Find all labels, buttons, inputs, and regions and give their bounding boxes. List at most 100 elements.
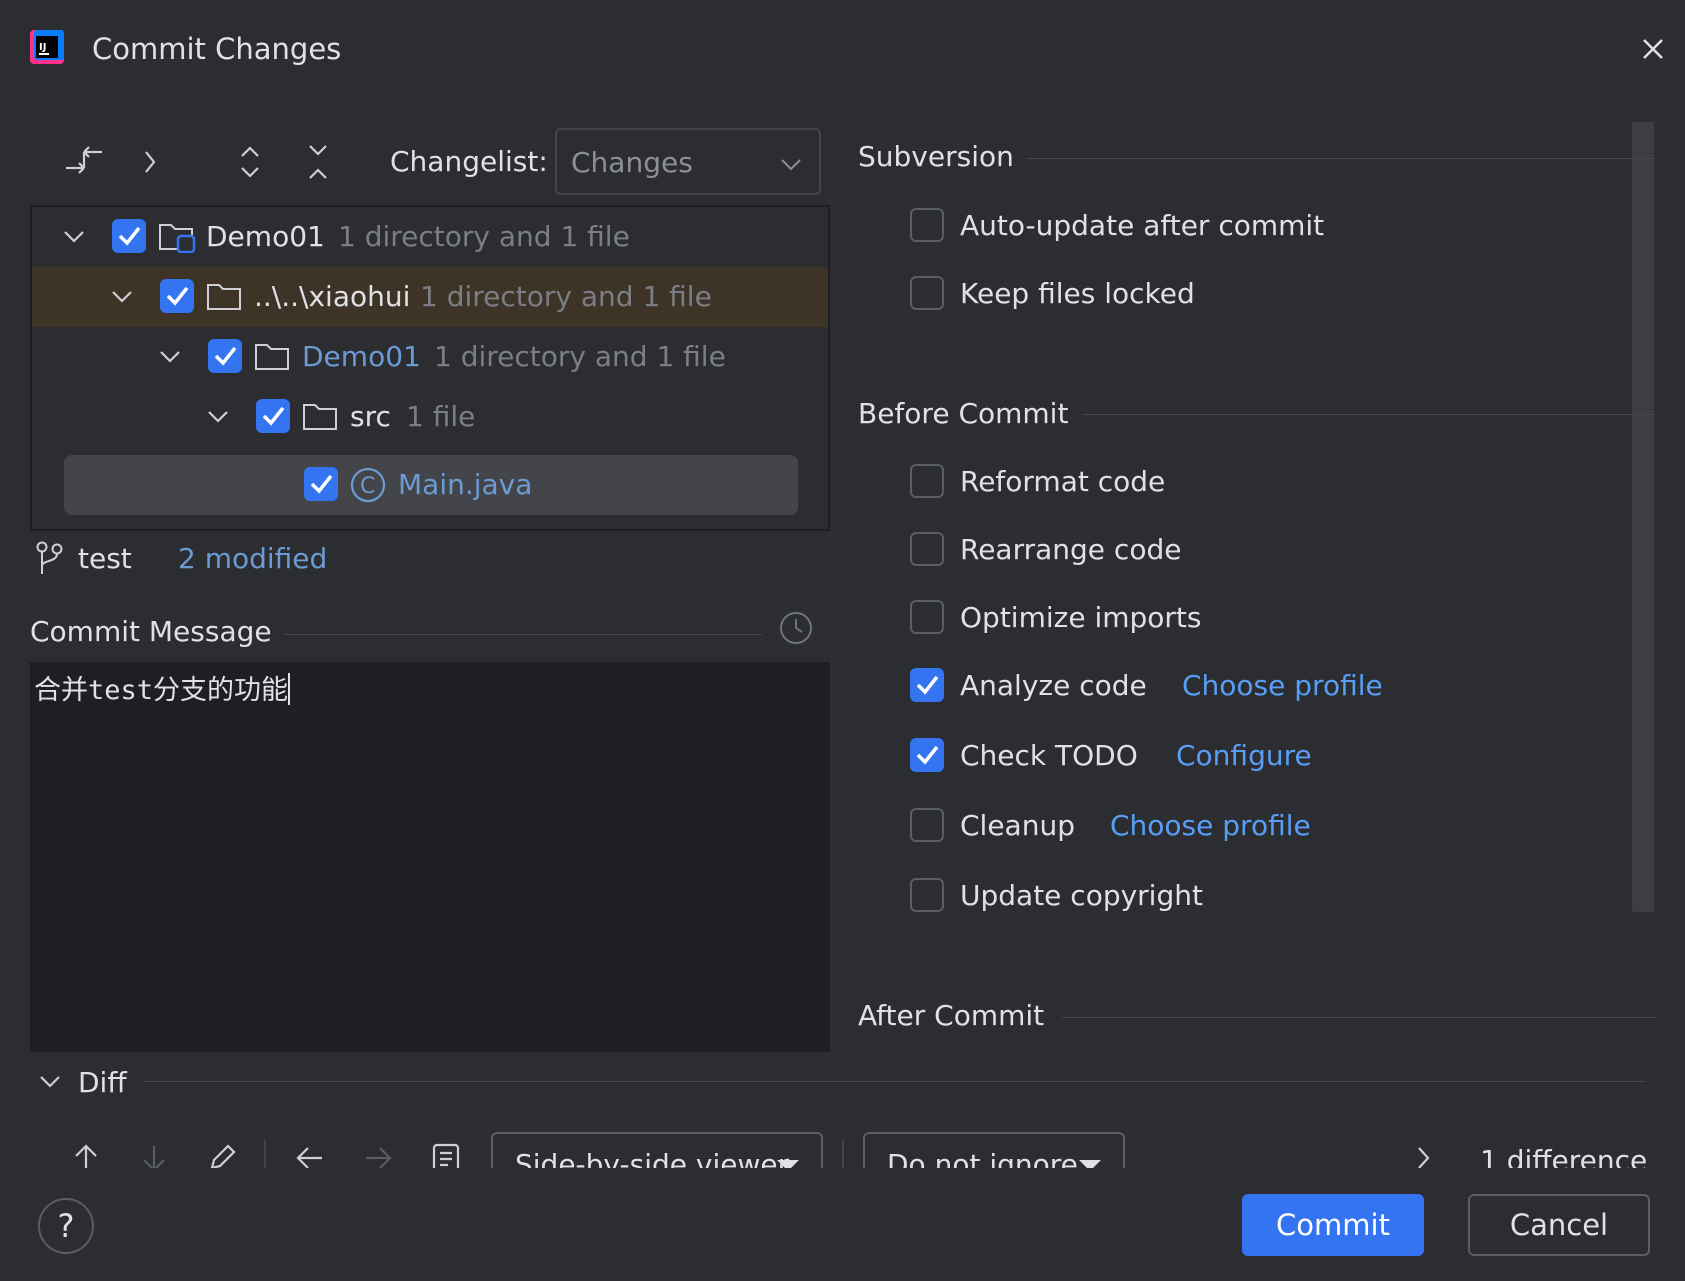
reformat-code-checkbox[interactable] [910, 464, 944, 498]
before-commit-title: Before Commit [858, 397, 1069, 430]
tree-row-name: src [350, 400, 391, 433]
check-todo-label[interactable]: Check TODO [960, 739, 1138, 772]
diff-label: Diff [78, 1066, 127, 1099]
collapse-all-icon[interactable] [298, 142, 338, 182]
cleanup-label[interactable]: Cleanup [960, 809, 1075, 842]
svg-text:IJ: IJ [39, 42, 46, 53]
changelist-label: Changelist: [390, 145, 548, 178]
tree-row-info: 1 directory and 1 file [338, 220, 630, 253]
cleanup-checkbox[interactable] [910, 808, 944, 842]
branch-name: test [78, 542, 132, 575]
arrow-left-icon[interactable] [294, 1142, 326, 1168]
configure-link[interactable]: Configure [1176, 739, 1312, 772]
auto-update-checkbox[interactable] [910, 208, 944, 242]
tree-row-info: 1 directory and 1 file [420, 280, 712, 313]
expand-all-icon[interactable] [230, 142, 270, 182]
ignore-dropdown[interactable]: Do not ignore [863, 1132, 1125, 1168]
diff-toolbar: Side-by-side viewer Do not ignore 1 diff… [0, 1120, 1685, 1168]
divider [1062, 1017, 1656, 1018]
tree-row-name: ..\..\xiaohui [254, 280, 411, 313]
analyze-code-checkbox[interactable] [910, 668, 944, 702]
chevron-down-icon[interactable] [158, 345, 182, 369]
commit-message-text: 合并test分支的功能 [34, 675, 289, 706]
divider [1082, 414, 1656, 415]
viewer-value: Side-by-side viewer [515, 1148, 790, 1168]
cancel-button[interactable]: Cancel [1468, 1194, 1650, 1256]
commit-message-label: Commit Message [30, 615, 272, 648]
optimize-imports-checkbox[interactable] [910, 600, 944, 634]
show-diff-icon[interactable] [64, 142, 104, 182]
dropdown-arrow-icon [777, 1160, 799, 1168]
reformat-code-label[interactable]: Reformat code [960, 465, 1165, 498]
divider [284, 634, 762, 635]
divider [1026, 158, 1656, 159]
optimize-imports-label[interactable]: Optimize imports [960, 601, 1202, 634]
arrow-up-icon[interactable] [70, 1142, 102, 1168]
update-copyright-label[interactable]: Update copyright [960, 879, 1203, 912]
tree-row-info: 1 file [406, 400, 476, 433]
ignore-value: Do not ignore [887, 1148, 1078, 1168]
difference-count: 1 difference [1480, 1144, 1648, 1168]
changes-tree: Demo01 1 directory and 1 file ..\..\xiao… [30, 205, 830, 531]
tree-row-main-java[interactable]: C Main.java [64, 455, 798, 515]
cleanup-choose-profile-link[interactable]: Choose profile [1110, 809, 1311, 842]
document-icon[interactable] [430, 1142, 462, 1168]
module-folder-icon [158, 219, 196, 253]
check-todo-checkbox[interactable] [910, 738, 944, 772]
subversion-title: Subversion [858, 140, 1014, 173]
close-icon[interactable] [1636, 32, 1670, 66]
modified-link[interactable]: 2 modified [178, 542, 327, 575]
after-commit-title: After Commit [858, 999, 1045, 1032]
chevron-down-icon[interactable] [62, 225, 86, 249]
branch-icon [34, 540, 64, 576]
dropdown-arrow-icon [1079, 1160, 1101, 1168]
changelist-dropdown[interactable]: Changes [555, 128, 821, 195]
arrow-down-icon[interactable] [138, 1142, 170, 1168]
folder-icon [254, 339, 292, 373]
analyze-choose-profile-link[interactable]: Choose profile [1182, 669, 1383, 702]
analyze-code-label[interactable]: Analyze code [960, 669, 1147, 702]
tree-row-name: Demo01 [302, 340, 421, 373]
tree-checkbox[interactable] [304, 467, 338, 501]
tree-checkbox[interactable] [256, 399, 290, 433]
tree-row-name: Main.java [398, 468, 533, 501]
arrow-right-icon[interactable] [362, 1142, 394, 1168]
text-caret [288, 673, 291, 705]
separator [264, 1140, 266, 1168]
scrollbar[interactable] [1632, 122, 1654, 912]
tree-checkbox[interactable] [160, 279, 194, 313]
update-copyright-checkbox[interactable] [910, 878, 944, 912]
help-icon[interactable]: ? [38, 1198, 94, 1254]
expand-icon[interactable] [132, 142, 172, 182]
chevron-down-icon[interactable] [38, 1070, 62, 1094]
tree-row-xiaohui[interactable]: ..\..\xiaohui 1 directory and 1 file [32, 267, 828, 327]
auto-update-label[interactable]: Auto-update after commit [960, 209, 1324, 242]
svg-text:C: C [360, 474, 375, 499]
keep-files-locked-label[interactable]: Keep files locked [960, 277, 1195, 310]
commit-message-input[interactable]: 合并test分支的功能 [30, 662, 830, 1052]
rearrange-code-checkbox[interactable] [910, 532, 944, 566]
clock-icon[interactable] [778, 610, 814, 646]
viewer-dropdown[interactable]: Side-by-side viewer [491, 1132, 823, 1168]
divider [144, 1081, 1646, 1082]
window-title: Commit Changes [92, 32, 342, 66]
tree-checkbox[interactable] [112, 219, 146, 253]
java-class-icon: C [350, 467, 388, 503]
folder-icon [206, 279, 244, 313]
chevron-down-icon[interactable] [206, 405, 230, 429]
intellij-logo-icon: IJ [30, 30, 64, 64]
rearrange-code-label[interactable]: Rearrange code [960, 533, 1181, 566]
commit-button[interactable]: Commit [1242, 1194, 1424, 1256]
chevron-down-icon[interactable] [110, 285, 134, 309]
chevron-down-icon [779, 152, 803, 176]
keep-files-locked-checkbox[interactable] [910, 276, 944, 310]
tree-row-demo01-root[interactable]: Demo01 1 directory and 1 file [32, 207, 828, 267]
edit-icon[interactable] [206, 1142, 238, 1168]
separator [842, 1140, 844, 1168]
tree-checkbox[interactable] [208, 339, 242, 373]
chevron-right-icon[interactable] [1408, 1142, 1440, 1168]
tree-row-src[interactable]: src 1 file [32, 387, 828, 447]
tree-row-demo01-module[interactable]: Demo01 1 directory and 1 file [32, 327, 828, 387]
changelist-value: Changes [571, 146, 693, 179]
tree-row-info: 1 directory and 1 file [434, 340, 726, 373]
